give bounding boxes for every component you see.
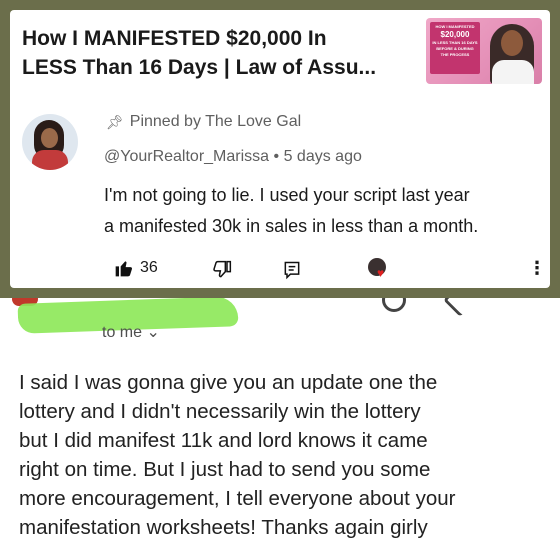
comment-text: I'm not going to lie. I used your script…	[104, 185, 479, 236]
more-options-icon[interactable]	[510, 298, 534, 312]
thumbs-down-icon	[213, 260, 232, 278]
more-vertical-icon[interactable]: ⋮	[528, 258, 546, 279]
pinned-label: 📌︎ Pinned by The Love Gal	[106, 113, 302, 130]
thumbs-up-icon	[115, 261, 132, 277]
dislike-button[interactable]	[212, 260, 232, 285]
meta-separator: •	[273, 148, 280, 165]
comment-meta: @YourRealtor_Marissa • 5 days ago	[104, 148, 362, 166]
thumbnail-person-face	[501, 30, 523, 56]
like-button[interactable]: 36	[114, 258, 158, 278]
commenter-avatar[interactable]	[22, 114, 78, 170]
email-panel: to me ⌄ I said I was gonna give you an u…	[0, 298, 560, 560]
creator-heart: ♥	[368, 258, 390, 280]
recipient-label: to me	[102, 324, 143, 341]
video-thumbnail[interactable]: HOW I MANIFESTED $20,000 IN LESS THAN 16…	[426, 18, 542, 84]
like-count: 36	[140, 259, 158, 276]
comment-author[interactable]: @YourRealtor_Marissa	[104, 148, 269, 165]
thumbnail-person-shirt	[492, 60, 534, 84]
youtube-comment-panel: How I MANIFESTED $20,000 In LESS Than 16…	[10, 10, 550, 288]
reply-button[interactable]	[282, 260, 302, 285]
reply-arrow-icon[interactable]	[443, 298, 477, 317]
recipient-toggle[interactable]: to me ⌄	[102, 322, 160, 342]
email-body: I said I was gonna give you an update on…	[19, 371, 456, 539]
emoji-reaction-icon[interactable]	[382, 298, 406, 312]
comment-actions: 36 ♥ ⋮	[114, 258, 546, 285]
chevron-down-icon: ⌄	[146, 324, 160, 341]
video-title[interactable]: How I MANIFESTED $20,000 In LESS Than 16…	[22, 24, 412, 82]
creator-heart-icon: ♥	[377, 266, 385, 280]
pin-icon: 📌︎	[106, 113, 124, 130]
thumbnail-text-box: HOW I MANIFESTED $20,000 IN LESS THAN 16…	[430, 22, 480, 74]
reply-icon	[284, 261, 300, 280]
comment-time: 5 days ago	[283, 148, 362, 165]
